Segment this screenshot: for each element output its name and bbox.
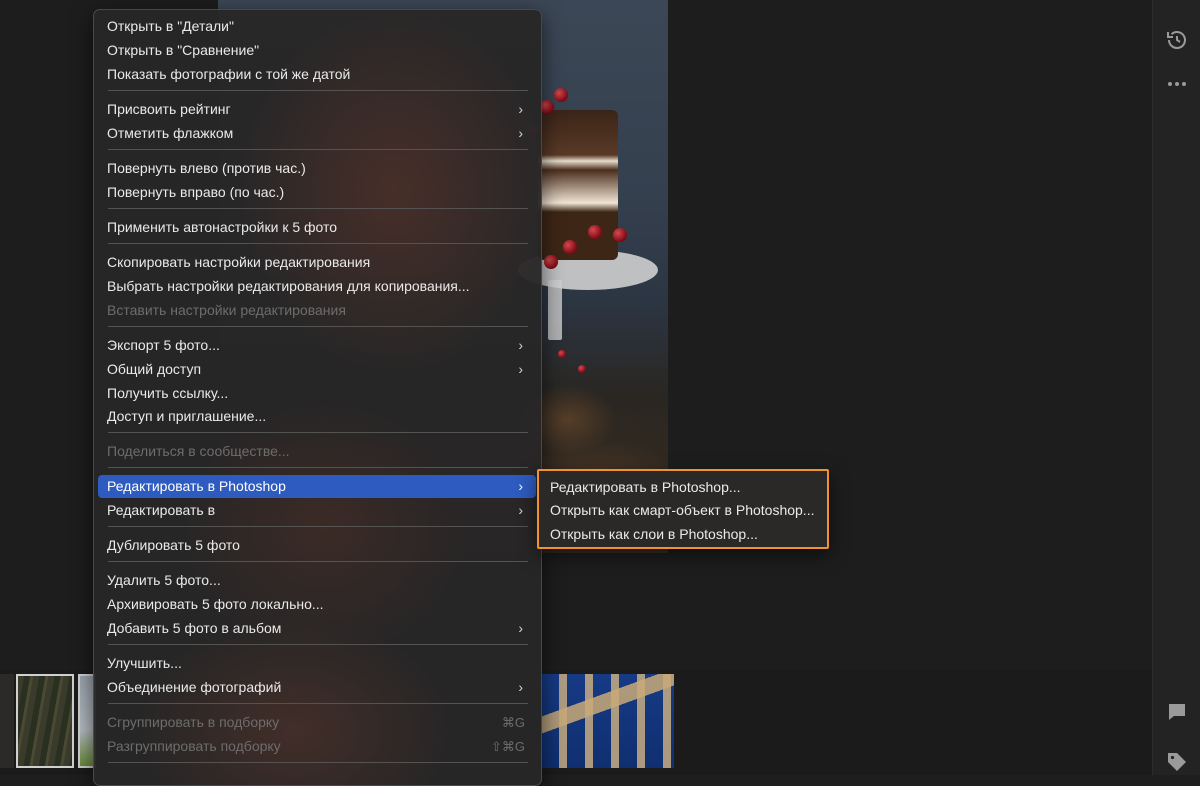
menu-item-paste-settings: Вставить настройки редактирования — [107, 302, 346, 318]
right-panel-rail — [1152, 0, 1200, 775]
menu-item-ungroup-stack: Разгруппировать подборку ⇧⌘G — [98, 735, 536, 758]
menu-item-add-to-album[interactable]: Добавить 5 фото в альбом › — [98, 617, 536, 640]
menu-item-show-same-date[interactable]: Показать фотографии с той же датой — [98, 63, 536, 86]
menu-item-duplicate[interactable]: Дублировать 5 фото — [98, 534, 536, 557]
submenu-item-layers[interactable]: Открыть как слои в Photoshop... — [550, 523, 758, 546]
thumbnail-selected[interactable] — [16, 674, 74, 768]
menu-separator — [108, 149, 528, 150]
menu-item-photo-merge[interactable]: Объединение фотографий › — [98, 676, 536, 699]
menu-item-edit-in[interactable]: Редактировать в › — [98, 499, 536, 522]
chevron-right-icon: › — [518, 620, 523, 636]
menu-item-rating[interactable]: Присвоить рейтинг › — [98, 98, 536, 121]
submenu-item-edit-photoshop[interactable]: Редактировать в Photoshop... — [550, 476, 741, 499]
menu-separator — [108, 326, 528, 327]
thumbnail[interactable] — [541, 674, 674, 768]
submenu-item-smart-object[interactable]: Открыть как смарт-объект в Photoshop... — [550, 499, 814, 522]
menu-item-share[interactable]: Общий доступ › — [98, 358, 536, 381]
menu-item-export[interactable]: Экспорт 5 фото... › — [98, 334, 536, 357]
menu-item-open-detail[interactable]: Открыть в "Детали" — [98, 15, 536, 38]
chevron-right-icon: › — [518, 478, 523, 494]
menu-item-access-invite[interactable]: Доступ и приглашение... — [98, 405, 536, 428]
tag-icon[interactable] — [1165, 750, 1189, 774]
chevron-right-icon: › — [518, 337, 523, 353]
menu-separator — [108, 526, 528, 527]
menu-item-auto-settings[interactable]: Применить автонастройки к 5 фото — [98, 216, 536, 239]
shortcut-label: ⌘G — [501, 715, 525, 730]
menu-item-get-link[interactable]: Получить ссылку... — [98, 382, 536, 405]
chevron-right-icon: › — [518, 125, 523, 141]
menu-separator — [108, 703, 528, 704]
menu-item-archive[interactable]: Архивировать 5 фото локально... — [98, 593, 536, 616]
menu-item-share-community: Поделиться в сообществе... — [107, 443, 290, 459]
menu-item-choose-settings[interactable]: Выбрать настройки редактирования для коп… — [98, 275, 536, 298]
chevron-right-icon: › — [518, 502, 523, 518]
comment-icon[interactable] — [1165, 700, 1189, 724]
menu-separator — [108, 561, 528, 562]
menu-separator — [108, 644, 528, 645]
more-icon[interactable] — [1165, 72, 1189, 96]
shortcut-label: ⇧⌘G — [490, 739, 525, 754]
menu-separator — [108, 208, 528, 209]
chevron-right-icon: › — [518, 101, 523, 117]
menu-item-enhance[interactable]: Улучшить... — [98, 652, 536, 675]
menu-separator — [108, 467, 528, 468]
menu-item-rotate-right[interactable]: Повернуть вправо (по час.) — [98, 181, 536, 204]
menu-item-rotate-left[interactable]: Повернуть влево (против час.) — [98, 157, 536, 180]
chevron-right-icon: › — [518, 679, 523, 695]
menu-separator — [108, 90, 528, 91]
menu-item-delete[interactable]: Удалить 5 фото... — [98, 569, 536, 592]
photoshop-submenu: Редактировать в Photoshop... Открыть как… — [537, 469, 829, 549]
thumbnail[interactable] — [0, 674, 14, 768]
menu-item-open-compare[interactable]: Открыть в "Сравнение" — [98, 39, 536, 62]
menu-separator — [108, 432, 528, 433]
menu-item-edit-photoshop[interactable]: Редактировать в Photoshop › — [98, 475, 536, 498]
chevron-right-icon: › — [518, 361, 523, 377]
menu-item-copy-settings[interactable]: Скопировать настройки редактирования — [98, 251, 536, 274]
menu-item-group-stack: Сгруппировать в подборку ⌘G — [98, 711, 536, 734]
history-icon[interactable] — [1165, 28, 1189, 52]
menu-separator — [108, 762, 528, 763]
context-menu: Открыть в "Детали" Открыть в "Сравнение"… — [93, 9, 542, 786]
menu-separator — [108, 243, 528, 244]
menu-item-flag[interactable]: Отметить флажком › — [98, 122, 536, 145]
